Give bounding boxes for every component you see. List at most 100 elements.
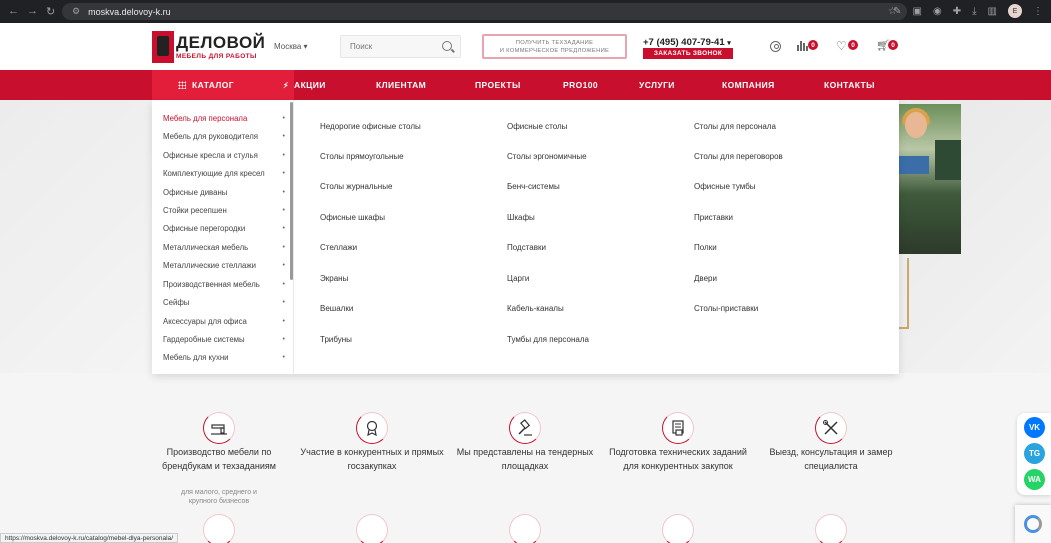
sidebar-item-chairs[interactable]: Офисные кресла и стулья •	[163, 149, 285, 161]
subcategory-link[interactable]: Офисные тумбы	[694, 182, 756, 191]
subcategory-link[interactable]: Недорогие офисные столы	[320, 122, 421, 131]
sidebar-item-safes[interactable]: Сейфы •	[163, 296, 285, 308]
gavel-icon	[509, 412, 541, 444]
menu-catalog-text: КАТАЛОГ	[192, 80, 234, 90]
media-icon[interactable]: ◉	[933, 6, 942, 17]
telegram-icon[interactable]: TG	[1024, 443, 1045, 464]
feature-title: Выезд, консультация и замер специалиста	[769, 447, 893, 471]
tools-icon	[815, 412, 847, 444]
sidebar-item-label: Офисные диваны	[163, 187, 228, 197]
sidebar-item-accessories[interactable]: Аксессуары для офиса •	[163, 315, 285, 327]
address-bar[interactable]: ⚙ moskva.delovoy-k.ru ☆	[62, 3, 907, 20]
menu-item-proekty[interactable]: ПРОЕКТЫ	[475, 70, 521, 100]
delivery-truck-icon	[815, 514, 847, 543]
recaptcha-badge[interactable]	[1015, 505, 1051, 543]
sidebar-item-personnel[interactable]: Мебель для персонала •	[163, 112, 285, 124]
pen-icon[interactable]: ✎	[893, 6, 901, 17]
sidebar-item-industrial[interactable]: Производственная мебель •	[163, 278, 285, 290]
sidebar-item-label: Гардеробные системы	[163, 334, 245, 344]
favorites-button[interactable]: ♡ 0	[836, 40, 862, 54]
subcategory-link[interactable]: Стеллажи	[320, 243, 357, 252]
phone-number[interactable]: +7 (495) 407-79-41 ▾	[643, 37, 731, 48]
sidebar-item-metal-furniture[interactable]: Металлическая мебель •	[163, 241, 285, 253]
sidebar-icon[interactable]: ▥	[988, 6, 997, 17]
search-box	[340, 35, 461, 58]
sidebar-scrollbar[interactable]	[290, 102, 293, 280]
subcategory-link[interactable]: Вешалки	[320, 304, 353, 313]
subcategory-link[interactable]: Столы прямоугольные	[320, 152, 404, 161]
get-spec-button[interactable]: ПОЛУЧИТЬ ТЕХЗАДАНИЕ И КОММЕРЧЕСКОЕ ПРЕДЛ…	[482, 34, 627, 59]
vk-icon[interactable]: VK	[1024, 417, 1045, 438]
menu-item-pro100[interactable]: PRO100	[563, 70, 598, 100]
sidebar-item-reception[interactable]: Стойки ресепшен •	[163, 204, 285, 216]
sidebar-item-label: Офисные перегородки	[163, 223, 246, 233]
subcategory-link[interactable]: Тумбы для персонала	[507, 335, 589, 344]
subcategory-link[interactable]: Трибуны	[320, 335, 352, 344]
sidebar-item-label: Производственная мебель	[163, 279, 260, 289]
subcategory-link[interactable]: Царги	[507, 274, 529, 283]
subcategory-link[interactable]: Офисные столы	[507, 122, 567, 131]
site-info-icon[interactable]: ⚙	[72, 6, 80, 17]
sidebar-item-wardrobes[interactable]: Гардеробные системы •	[163, 333, 285, 345]
sidebar-item-sofas[interactable]: Офисные диваны •	[163, 186, 285, 198]
subcategory-link[interactable]: Подставки	[507, 243, 546, 252]
reload-icon[interactable]: ↻	[46, 5, 55, 18]
forward-icon[interactable]: →	[27, 5, 38, 18]
account-button[interactable]	[770, 40, 796, 54]
chevron-right-icon: •	[282, 261, 285, 269]
phone-text: +7 (495) 407-79-41	[643, 37, 725, 48]
subcategory-link[interactable]: Кабель-каналы	[507, 304, 564, 313]
back-icon[interactable]: ←	[8, 5, 19, 18]
site-logo[interactable]: ДЕЛОВОЙ МЕБЕЛЬ ДЛЯ РАБОТЫ	[152, 31, 265, 63]
subcategory-link[interactable]: Столы эргономичные	[507, 152, 587, 161]
subcategory-link[interactable]: Двери	[694, 274, 717, 283]
subcategory-link[interactable]: Столы для переговоров	[694, 152, 783, 161]
feature-consultation: Выезд, консультация и замер специалиста	[756, 412, 906, 482]
favorites-count-badge: 0	[848, 40, 858, 50]
sidebar-item-executive[interactable]: Мебель для руководителя •	[163, 130, 285, 142]
subcategory-link[interactable]: Приставки	[694, 213, 733, 222]
profile-avatar[interactable]: E	[1008, 4, 1022, 18]
sidebar-item-label: Мебель для персонала	[163, 113, 248, 123]
feature-title: Подготовка технических заданий для конку…	[609, 447, 747, 471]
extension-icon[interactable]: ▣	[913, 6, 922, 17]
city-selector[interactable]: Москва ▾	[274, 42, 308, 51]
menu-item-kompaniya[interactable]: КОМПАНИЯ	[722, 70, 775, 100]
menu-catalog-label[interactable]: КАТАЛОГ	[178, 70, 234, 100]
menu-item-uslugi[interactable]: УСЛУГИ	[639, 70, 675, 100]
puzzle-icon[interactable]: ✚	[953, 6, 961, 17]
menu-item-kontakty[interactable]: КОНТАКТЫ	[824, 70, 875, 100]
sidebar-item-label: Офисные кресла и стулья	[163, 150, 258, 160]
compare-button[interactable]: 0	[796, 40, 822, 54]
menu-item-akcii[interactable]: ⚡︎ АКЦИИ	[283, 70, 326, 100]
order-call-button[interactable]: ЗАКАЗАТЬ ЗВОНОК	[643, 48, 733, 59]
whatsapp-icon[interactable]: WA	[1024, 469, 1045, 490]
browser-nav: ← → ↻	[8, 5, 55, 18]
menu-dots-icon[interactable]: ⋮	[1033, 6, 1043, 17]
menu-item-klientam[interactable]: КЛИЕНТАМ	[376, 70, 426, 100]
browser-extensions: ✎ ▣ ◉ ✚ ⤓ ▥ E ⋮	[893, 4, 1043, 18]
sidebar-item-label: Сейфы	[163, 297, 190, 307]
chevron-right-icon: •	[282, 151, 285, 159]
subcategory-link[interactable]: Экраны	[320, 274, 348, 283]
city-label: Москва	[274, 42, 302, 51]
subcategory-link[interactable]: Бенч-системы	[507, 182, 560, 191]
download-icon[interactable]: ⤓	[972, 6, 976, 17]
sidebar-item-partitions[interactable]: Офисные перегородки •	[163, 222, 285, 234]
cart-button[interactable]: 🛒︎ 0	[876, 40, 902, 54]
chevron-down-icon: ▾	[303, 42, 308, 51]
sidebar-item-kitchen[interactable]: Мебель для кухни •	[163, 351, 285, 363]
sidebar-item-metal-shelves[interactable]: Металлические стеллажи •	[163, 259, 285, 271]
subcategory-link[interactable]: Офисные шкафы	[320, 213, 385, 222]
subcategory-link[interactable]: Столы журнальные	[320, 182, 392, 191]
sidebar-item-label: Металлические стеллажи	[163, 260, 256, 270]
search-icon[interactable]	[442, 41, 452, 51]
subcategory-link[interactable]: Столы для персонала	[694, 122, 776, 131]
search-input[interactable]	[341, 36, 436, 57]
cart-icon: 🛒︎	[876, 40, 890, 52]
document-stamp-icon	[662, 412, 694, 444]
subcategory-link[interactable]: Шкафы	[507, 213, 535, 222]
subcategory-link[interactable]: Столы-приставки	[694, 304, 758, 313]
subcategory-link[interactable]: Полки	[694, 243, 717, 252]
sidebar-item-chair-parts[interactable]: Комплектующие для кресел •	[163, 167, 285, 179]
